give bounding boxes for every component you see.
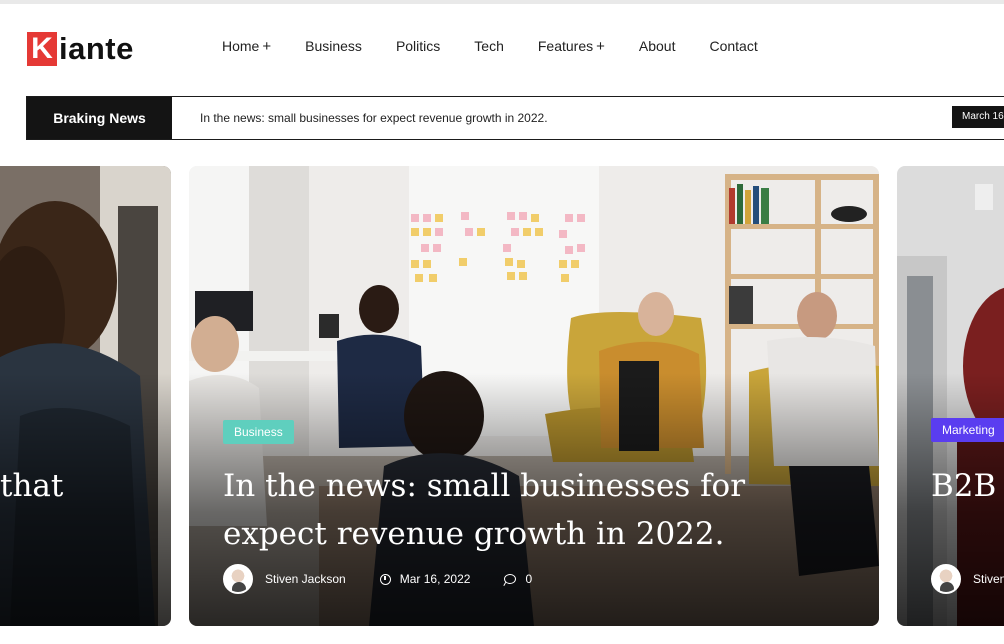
category-badge-business[interactable]: Business	[223, 420, 294, 444]
comment-icon	[504, 574, 517, 584]
nav-label: About	[638, 38, 676, 54]
nav-label: Tech	[474, 38, 504, 54]
category-badge-marketing[interactable]: Marketing	[931, 418, 1004, 442]
nav-item-contact[interactable]: Contact	[709, 38, 757, 55]
ticker-date: March 16	[952, 106, 1004, 128]
card-meta: Stiven Jackson Mar 16, 2022 0	[223, 564, 532, 594]
post-date: Mar 16, 2022	[379, 572, 471, 586]
nav-label: Home	[222, 38, 260, 54]
author-avatar[interactable]	[223, 564, 253, 594]
card-headline[interactable]: that	[0, 462, 171, 510]
clock-icon	[379, 573, 391, 585]
nav-label: Contact	[709, 38, 758, 54]
site-logo[interactable]: K iante	[27, 31, 134, 67]
nav-label: Features	[537, 38, 594, 54]
card-headline[interactable]: In the news: small businesses for expect…	[223, 462, 783, 558]
author-name[interactable]: Stiven Jackson	[265, 572, 346, 586]
logo-initial: K	[27, 32, 57, 66]
card-meta: Stiven	[931, 564, 1004, 594]
ticker-label: Braking News	[27, 97, 172, 139]
ticker-headline-link[interactable]: In the news: small businesses for expect…	[200, 111, 548, 125]
breaking-news-ticker: Braking News In the news: small business…	[26, 96, 1004, 140]
nav-label: Business	[305, 38, 362, 54]
slider-card-next[interactable]: Marketing B2B c rise, Stiven	[897, 166, 1004, 626]
main-nav: Home + Business Politics Tech Features + A…	[222, 38, 792, 55]
slider-card-main[interactable]: Business In the news: small businesses f…	[189, 166, 879, 626]
author-avatar[interactable]	[931, 564, 961, 594]
plus-icon: +	[262, 38, 272, 55]
plus-icon: +	[596, 38, 605, 55]
nav-item-home[interactable]: Home +	[222, 38, 271, 55]
comment-count: 0	[525, 572, 533, 586]
nav-item-business[interactable]: Business	[305, 38, 362, 55]
nav-label: Politics	[395, 38, 441, 54]
nav-item-tech[interactable]: Tech	[474, 38, 504, 55]
nav-item-politics[interactable]: Politics	[396, 38, 440, 55]
featured-slider: that Business In the news: small busines…	[0, 166, 1004, 628]
nav-item-features[interactable]: Features +	[538, 38, 605, 55]
post-date-text: Mar 16, 2022	[399, 572, 471, 586]
slider-card-previous[interactable]: that	[0, 166, 171, 626]
nav-item-about[interactable]: About	[639, 38, 676, 55]
comments-link[interactable]: 0	[504, 572, 532, 586]
author-name[interactable]: Stiven	[973, 572, 1004, 586]
site-header: K iante Home + Business Politics Tech Fea…	[0, 4, 1004, 94]
logo-text: iante	[59, 31, 134, 66]
card-headline[interactable]: B2B c rise,	[931, 462, 1004, 510]
